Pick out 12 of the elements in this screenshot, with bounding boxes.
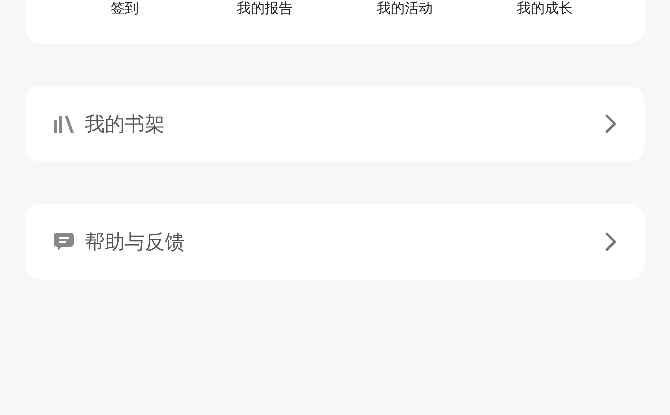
shortcut-link[interactable]: 我的报告 [237, 1, 293, 17]
shortcut-link[interactable]: 我的活动 [377, 1, 433, 17]
books-icon [53, 114, 75, 134]
shortcut-link[interactable]: 我的成长 [517, 1, 573, 17]
menu-item[interactable]: 我的书架 [25, 86, 645, 162]
chevron-right-icon [605, 114, 617, 134]
message-icon [53, 231, 75, 253]
shortcut-link[interactable]: 签到 [111, 1, 139, 17]
menu-label: 我的书架 [85, 110, 166, 138]
chevron-right-icon [605, 232, 617, 252]
menu-item[interactable]: 帮助与反馈 [25, 204, 645, 280]
menu-label: 帮助与反馈 [85, 228, 186, 256]
